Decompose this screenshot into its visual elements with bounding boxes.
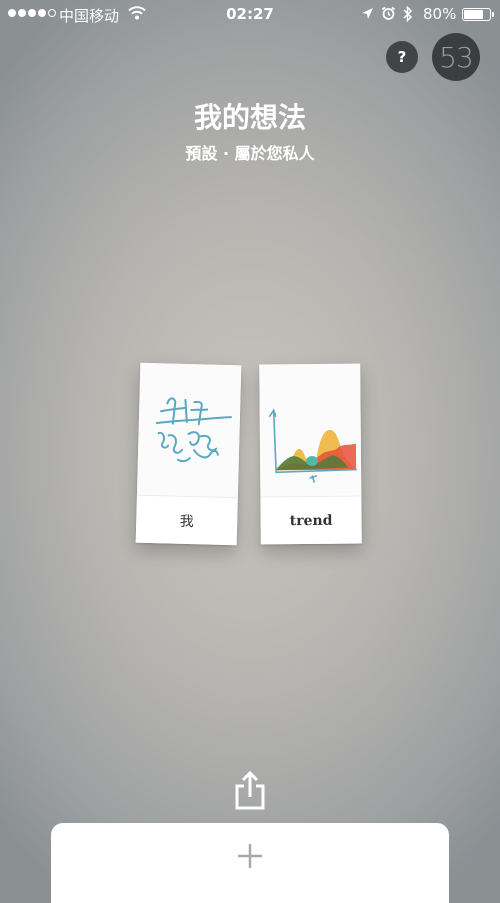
- share-icon[interactable]: [233, 770, 267, 810]
- help-button[interactable]: ?: [386, 41, 418, 73]
- plus-icon[interactable]: [236, 842, 264, 870]
- page-title: 我的想法: [193, 101, 306, 134]
- app-logo-button[interactable]: 53: [432, 33, 480, 81]
- idea-card-trend[interactable]: trend: [259, 363, 362, 545]
- page-subtitle: 預設 · 屬於您私人: [185, 144, 315, 163]
- location-arrow-icon: [362, 8, 373, 19]
- battery-icon: [462, 8, 491, 21]
- idea-card-wo[interactable]: 我: [135, 362, 242, 546]
- alarm-clock-icon: [381, 6, 396, 20]
- area-chart-sketch-icon: [259, 363, 362, 497]
- idea-card-label: 我: [135, 494, 238, 546]
- handwriting-sketch-icon: [136, 362, 242, 498]
- bluetooth-icon: [403, 6, 413, 22]
- battery-percentage: 80%: [423, 5, 457, 23]
- status-bar: 中国移动 02:27 80%: [0, 0, 500, 28]
- idea-card-label: trend: [260, 495, 362, 545]
- battery-cap: [492, 12, 494, 17]
